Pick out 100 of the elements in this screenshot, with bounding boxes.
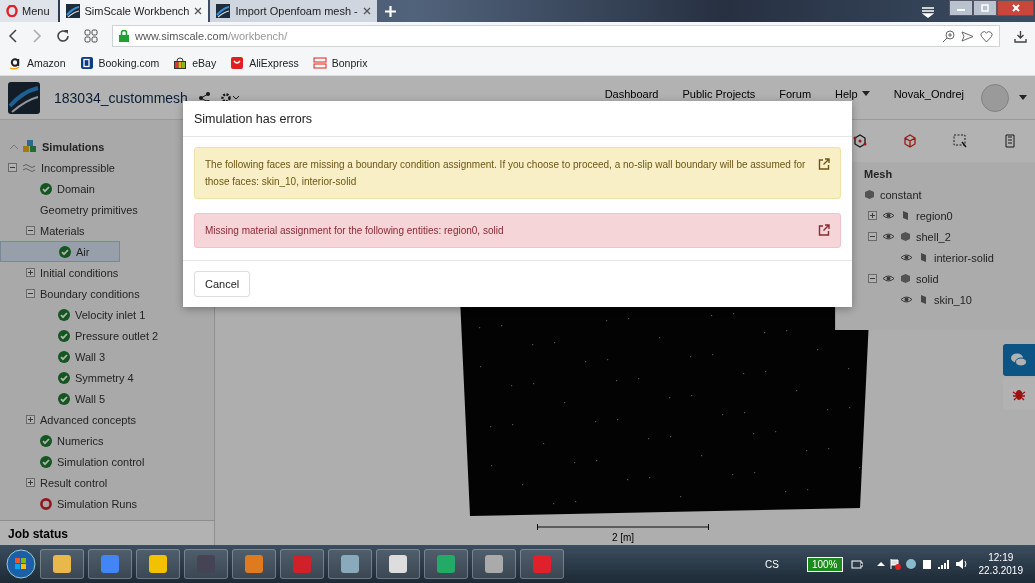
eye-icon[interactable] (882, 211, 895, 220)
tree-item[interactable]: Numerics (0, 430, 110, 451)
network-globe-icon[interactable] (904, 558, 917, 571)
expand-icon[interactable] (26, 478, 35, 487)
tree-item[interactable]: Initial conditions (0, 262, 125, 283)
app-icon (244, 554, 264, 575)
external-link-icon[interactable] (818, 158, 830, 170)
tree-item[interactable]: skin_10 (836, 289, 978, 310)
tree-item[interactable]: Air (0, 241, 121, 262)
caret-icon[interactable] (1019, 94, 1027, 101)
flag-icon[interactable] (888, 558, 901, 571)
tree-item[interactable]: Materials (0, 220, 91, 241)
plug-icon (850, 558, 863, 571)
signal-icon[interactable] (936, 558, 951, 571)
eye-icon[interactable] (882, 274, 895, 283)
collapse-icon[interactable] (868, 232, 877, 241)
tab-menu-icon[interactable] (921, 4, 935, 18)
tree-item[interactable]: Result control (0, 472, 114, 493)
section-title: Simulations (42, 140, 105, 153)
cube-icon (900, 273, 911, 284)
tree-item[interactable]: Wall 5 (0, 388, 112, 409)
layers-icon[interactable] (1002, 133, 1018, 149)
browser-tab[interactable]: Import Openfoam mesh - (210, 0, 377, 22)
tree-item[interactable]: Symmetry 4 (0, 367, 140, 388)
battery-indicator[interactable]: 100% (806, 556, 843, 572)
new-tab-icon[interactable] (384, 5, 396, 17)
taskbar-button[interactable] (40, 549, 84, 580)
settings-icon[interactable] (219, 91, 240, 104)
nav-link[interactable]: Public Projects (675, 87, 763, 100)
minimize-button[interactable] (949, 0, 973, 16)
collapse-icon[interactable] (868, 274, 877, 283)
heart-icon[interactable] (980, 29, 993, 43)
download-icon[interactable] (1014, 29, 1027, 43)
eye-icon[interactable] (900, 253, 913, 262)
nav-link[interactable]: Forum (772, 87, 819, 100)
taskbar-button[interactable] (424, 549, 468, 580)
tree-item[interactable]: Simulation control (0, 451, 151, 472)
face-icon (918, 252, 929, 263)
language-indicator[interactable]: CS (765, 558, 779, 570)
bag-icon (173, 55, 188, 70)
collapse-icon[interactable] (8, 163, 17, 172)
booking-logo-icon (79, 55, 94, 70)
device-icon[interactable] (920, 558, 933, 571)
tree-item[interactable]: Geometry primitives (0, 199, 144, 220)
restore-button[interactable] (973, 0, 997, 16)
zoom-icon[interactable] (942, 29, 955, 43)
nav-link[interactable]: Help (828, 87, 877, 100)
menu-button[interactable]: Menu (0, 0, 58, 22)
close-tab-icon[interactable] (362, 7, 371, 15)
address-bar[interactable]: www.simscale.com/workbench/ (112, 25, 1000, 47)
collapse-icon[interactable] (26, 226, 35, 235)
close-tab-icon[interactable] (194, 7, 203, 15)
box-select-icon[interactable] (952, 133, 968, 149)
clock[interactable]: 12:19 22.3.2019 (978, 551, 1023, 578)
tree-item[interactable]: Domain (0, 178, 101, 199)
taskbar-button[interactable] (472, 549, 516, 580)
tree-item[interactable]: Incompressible (0, 157, 121, 178)
back-icon[interactable] (8, 29, 18, 43)
taskbar-button[interactable] (376, 549, 420, 580)
speed-dial-icon[interactable] (84, 29, 98, 43)
bug-report-button[interactable] (1003, 378, 1035, 410)
expand-icon[interactable] (26, 268, 35, 277)
send-icon[interactable] (961, 29, 974, 43)
collapse-icon[interactable] (26, 289, 35, 298)
tree-item[interactable]: Advanced concepts (0, 409, 142, 430)
job-status-bar[interactable]: Job status (0, 520, 214, 546)
taskbar-button[interactable] (328, 549, 372, 580)
tree-item[interactable]: Pressure outlet 2 (0, 325, 165, 346)
tree-item[interactable]: Wall 3 (0, 346, 112, 367)
external-link-icon[interactable] (818, 224, 830, 236)
start-button-icon[interactable] (6, 549, 36, 580)
taskbar-button[interactable] (232, 549, 276, 580)
bookmark-link[interactable]: Booking.com (79, 55, 160, 70)
cube-icon[interactable] (902, 133, 918, 149)
close-window-button[interactable] (997, 0, 1034, 16)
nav-link[interactable]: Dashboard (597, 87, 666, 100)
expand-icon[interactable] (868, 211, 877, 220)
reload-icon[interactable] (56, 29, 70, 43)
bookmark-link[interactable]: Bonprix (312, 55, 368, 70)
bonprix-logo-icon (312, 55, 327, 70)
user-name[interactable]: Novak_Ondrej (886, 87, 971, 100)
tray-arrow-icon[interactable] (876, 561, 885, 568)
panel-title: Mesh (863, 168, 894, 180)
bookmark-link[interactable]: eBay (173, 55, 217, 70)
taskbar-button[interactable] (136, 549, 180, 580)
vertex-cube-icon[interactable] (852, 133, 868, 149)
expand-icon[interactable] (26, 415, 35, 424)
tree-item[interactable]: solid (836, 268, 945, 289)
browser-tab[interactable]: SimScale Workbench (59, 0, 209, 22)
bookmark-link[interactable]: AliExpress (230, 55, 299, 70)
eye-icon[interactable] (900, 295, 913, 304)
tree-item[interactable]: interior-solid (836, 247, 1000, 268)
tree-item[interactable]: Boundary conditions (0, 283, 146, 304)
cancel-button[interactable]: Cancel (194, 271, 251, 297)
tree-item[interactable]: Simulation Runs (0, 493, 144, 514)
cube-icon (864, 189, 875, 200)
eye-icon[interactable] (882, 232, 895, 241)
bookmark-link[interactable]: Amazon (8, 55, 66, 70)
tree-item[interactable]: Velocity inlet 1 (0, 304, 152, 325)
chat-button[interactable] (1003, 344, 1035, 376)
